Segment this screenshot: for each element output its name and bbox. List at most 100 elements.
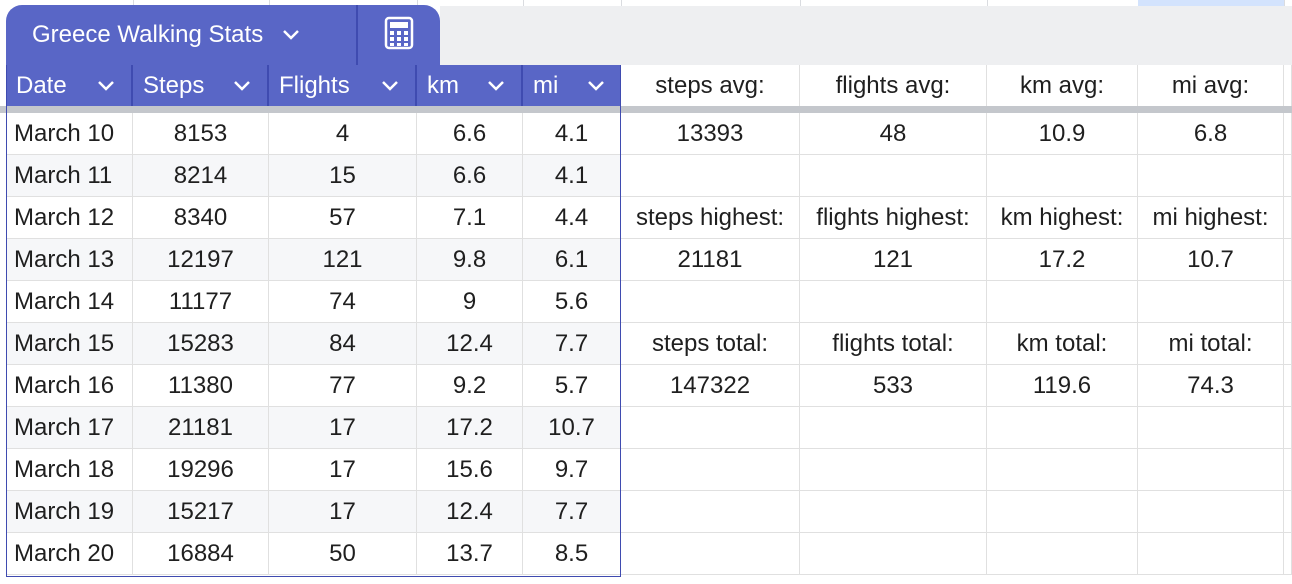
stat-label[interactable]: km total: xyxy=(987,323,1138,365)
empty-cell[interactable] xyxy=(1284,449,1292,491)
mi-cell[interactable]: 4.1 xyxy=(523,155,621,197)
empty-cell[interactable] xyxy=(800,491,987,533)
flights-cell[interactable]: 15 xyxy=(269,155,417,197)
mi-cell[interactable]: 7.7 xyxy=(523,323,621,365)
column-header-g[interactable] xyxy=(800,0,988,6)
empty-cell[interactable] xyxy=(1284,533,1292,575)
date-cell[interactable]: March 20 xyxy=(6,533,133,575)
date-cell[interactable]: March 10 xyxy=(6,113,133,155)
empty-cell[interactable] xyxy=(800,407,987,449)
empty-cell[interactable] xyxy=(1284,323,1292,365)
stat-value[interactable]: 533 xyxy=(800,365,987,407)
empty-cell[interactable] xyxy=(1138,533,1284,575)
empty-cell[interactable] xyxy=(621,407,800,449)
stat-label[interactable]: mi highest: xyxy=(1138,197,1284,239)
empty-cell[interactable] xyxy=(987,491,1138,533)
steps-cell[interactable]: 8214 xyxy=(133,155,269,197)
column-header-i[interactable] xyxy=(1138,0,1285,6)
empty-cell[interactable] xyxy=(987,533,1138,575)
date-cell[interactable]: March 15 xyxy=(6,323,133,365)
mi-cell[interactable]: 8.5 xyxy=(523,533,621,575)
mi-cell[interactable]: 10.7 xyxy=(523,407,621,449)
empty-cell[interactable] xyxy=(1138,281,1284,323)
stat-value[interactable]: 10.9 xyxy=(987,113,1138,155)
empty-cell[interactable] xyxy=(987,281,1138,323)
stat-label[interactable]: flights avg: xyxy=(800,65,987,107)
flights-cell[interactable]: 4 xyxy=(269,113,417,155)
stat-label[interactable]: flights highest: xyxy=(800,197,987,239)
date-cell[interactable]: March 14 xyxy=(6,281,133,323)
empty-cell[interactable] xyxy=(621,533,800,575)
stat-value[interactable]: 119.6 xyxy=(987,365,1138,407)
date-cell[interactable]: March 16 xyxy=(6,365,133,407)
stat-label[interactable]: steps avg: xyxy=(621,65,800,107)
stat-value[interactable]: 13393 xyxy=(621,113,800,155)
empty-cell[interactable] xyxy=(1284,365,1292,407)
empty-cell[interactable] xyxy=(1138,491,1284,533)
stat-value[interactable]: 17.2 xyxy=(987,239,1138,281)
steps-cell[interactable]: 15283 xyxy=(133,323,269,365)
mi-cell[interactable]: 7.7 xyxy=(523,491,621,533)
mi-cell[interactable]: 9.7 xyxy=(523,449,621,491)
stat-label[interactable]: mi total: xyxy=(1138,323,1284,365)
empty-cell[interactable] xyxy=(1138,449,1284,491)
km-cell[interactable]: 15.6 xyxy=(417,449,523,491)
column-filter-flights[interactable]: Flights xyxy=(269,65,417,106)
stat-label[interactable]: km highest: xyxy=(987,197,1138,239)
calculator-button[interactable] xyxy=(358,5,440,65)
flights-cell[interactable]: 77 xyxy=(269,365,417,407)
flights-cell[interactable]: 74 xyxy=(269,281,417,323)
date-cell[interactable]: March 11 xyxy=(6,155,133,197)
column-filter-date[interactable]: Date xyxy=(6,65,133,106)
km-cell[interactable]: 6.6 xyxy=(417,155,523,197)
stat-value[interactable]: 6.8 xyxy=(1138,113,1284,155)
column-header-e[interactable] xyxy=(523,0,622,6)
date-cell[interactable]: March 19 xyxy=(6,491,133,533)
frozen-row-divider[interactable] xyxy=(0,106,1292,113)
mi-cell[interactable]: 5.7 xyxy=(523,365,621,407)
stat-value[interactable]: 21181 xyxy=(621,239,800,281)
empty-cell[interactable] xyxy=(621,491,800,533)
empty-cell[interactable] xyxy=(800,449,987,491)
table-name-button[interactable]: Greece Walking Stats xyxy=(6,5,356,65)
flights-cell[interactable]: 17 xyxy=(269,491,417,533)
column-filter-mi[interactable]: mi xyxy=(523,65,621,106)
column-filter-km[interactable]: km xyxy=(417,65,523,106)
km-cell[interactable]: 6.6 xyxy=(417,113,523,155)
steps-cell[interactable]: 15217 xyxy=(133,491,269,533)
km-cell[interactable]: 9.2 xyxy=(417,365,523,407)
date-cell[interactable]: March 18 xyxy=(6,449,133,491)
flights-cell[interactable]: 57 xyxy=(269,197,417,239)
km-cell[interactable]: 17.2 xyxy=(417,407,523,449)
stat-value[interactable]: 48 xyxy=(800,113,987,155)
empty-cell[interactable] xyxy=(800,281,987,323)
steps-cell[interactable]: 11177 xyxy=(133,281,269,323)
empty-cell[interactable] xyxy=(1284,197,1292,239)
flights-cell[interactable]: 50 xyxy=(269,533,417,575)
column-header-f[interactable] xyxy=(621,0,801,6)
km-cell[interactable]: 7.1 xyxy=(417,197,523,239)
steps-cell[interactable]: 16884 xyxy=(133,533,269,575)
empty-cell[interactable] xyxy=(621,449,800,491)
empty-cell[interactable] xyxy=(800,155,987,197)
stat-label[interactable]: steps highest: xyxy=(621,197,800,239)
steps-cell[interactable]: 19296 xyxy=(133,449,269,491)
empty-cell[interactable] xyxy=(1138,407,1284,449)
steps-cell[interactable]: 11380 xyxy=(133,365,269,407)
mi-cell[interactable]: 5.6 xyxy=(523,281,621,323)
empty-cell[interactable] xyxy=(1284,65,1292,107)
km-cell[interactable]: 12.4 xyxy=(417,491,523,533)
flights-cell[interactable]: 121 xyxy=(269,239,417,281)
flights-cell[interactable]: 84 xyxy=(269,323,417,365)
mi-cell[interactable]: 4.1 xyxy=(523,113,621,155)
steps-cell[interactable]: 8153 xyxy=(133,113,269,155)
mi-cell[interactable]: 6.1 xyxy=(523,239,621,281)
empty-cell[interactable] xyxy=(1284,281,1292,323)
stat-value[interactable]: 74.3 xyxy=(1138,365,1284,407)
empty-cell[interactable] xyxy=(987,449,1138,491)
empty-cell[interactable] xyxy=(621,281,800,323)
mi-cell[interactable]: 4.4 xyxy=(523,197,621,239)
empty-cell[interactable] xyxy=(621,155,800,197)
empty-cell[interactable] xyxy=(800,533,987,575)
stat-value[interactable]: 147322 xyxy=(621,365,800,407)
